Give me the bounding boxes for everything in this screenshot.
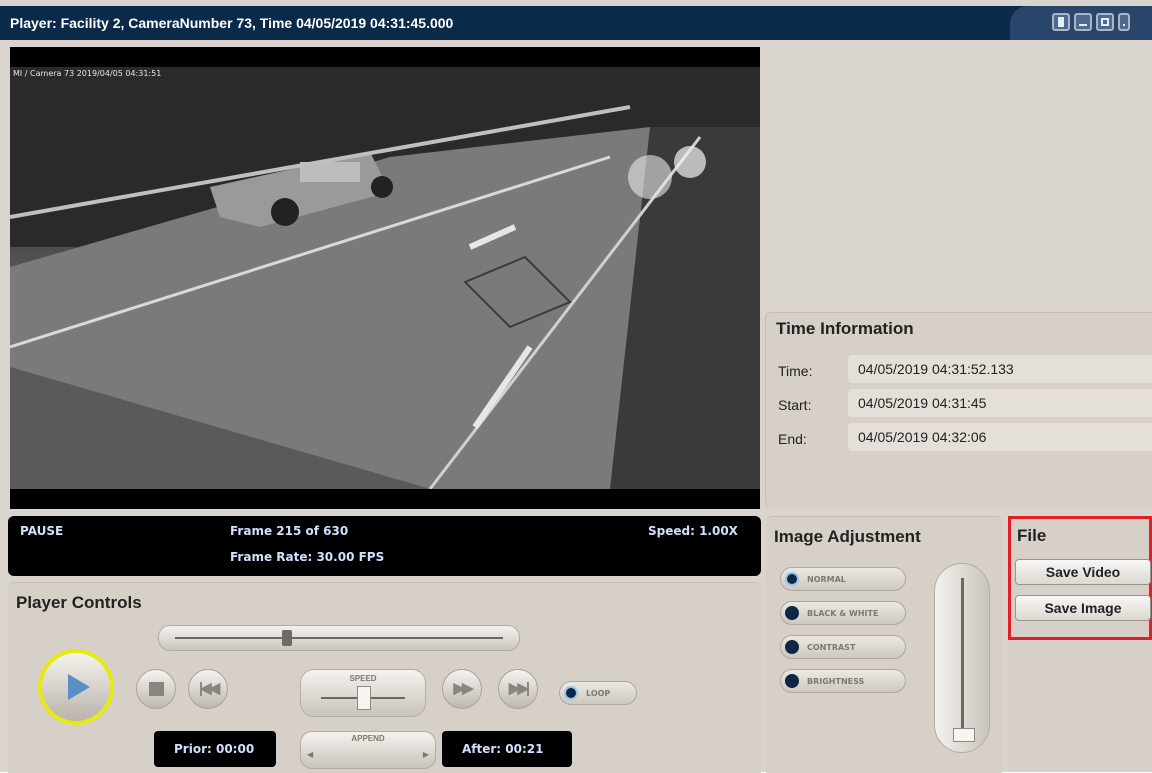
speed-label: SPEED (349, 674, 377, 683)
play-button[interactable] (38, 649, 114, 725)
timestamp-overlay: MI / Camera 73 2019/04/05 04:31:51 (13, 69, 162, 78)
maximize-icon[interactable] (1096, 13, 1114, 31)
append-left-arrow-icon[interactable]: ◀ (307, 750, 313, 759)
radio-icon (785, 606, 799, 620)
save-video-button[interactable]: Save Video (1015, 559, 1151, 585)
skip-back-icon: |◀◀ (198, 680, 220, 697)
start-value: 04/05/2019 04:31:45 (848, 389, 1152, 417)
time-value: 04/05/2019 04:31:52.133 (848, 355, 1152, 383)
fast-forward-icon: ▶▶ (453, 680, 473, 697)
file-heading: File (1017, 526, 1047, 545)
player-controls-heading: Player Controls (16, 593, 142, 612)
stop-button[interactable] (136, 669, 176, 709)
file-panel: File Save Video Save Image (1008, 516, 1152, 640)
image-adjustment-heading: Image Adjustment (774, 527, 921, 546)
stop-icon (149, 682, 164, 696)
play-button-face (42, 653, 110, 721)
skip-forward-icon: ▶▶| (508, 680, 530, 697)
time-information-heading: Time Information (776, 319, 914, 338)
radio-selected-icon (785, 572, 799, 586)
save-image-button[interactable]: Save Image (1015, 595, 1151, 621)
end-label: End: (778, 431, 807, 447)
document-icon[interactable] (1052, 13, 1070, 31)
option-contrast[interactable]: CONTRAST (780, 635, 906, 659)
seek-track (175, 637, 503, 639)
title-bar: Player: Facility 2, CameraNumber 73, Tim… (0, 6, 1152, 40)
option-label: CONTRAST (807, 643, 856, 652)
append-label: APPEND (351, 734, 385, 743)
loop-label: LOOP (586, 689, 611, 698)
image-adjustment-panel: Image Adjustment NORMAL BLACK & WHITE CO… (766, 516, 1002, 773)
fast-forward-button[interactable]: ▶▶ (442, 669, 482, 709)
seek-slider[interactable] (158, 625, 520, 651)
playback-state: PAUSE (20, 524, 64, 538)
time-information-panel: Time Information Time: 04/05/2019 04:31:… (765, 312, 1152, 509)
end-value: 04/05/2019 04:32:06 (848, 423, 1152, 451)
option-label: BLACK & WHITE (807, 609, 879, 618)
adjustment-slider[interactable] (934, 563, 990, 753)
radio-icon (785, 674, 799, 688)
start-label: Start: (778, 397, 812, 413)
status-bar: PAUSE Frame 215 of 630 Frame Rate: 30.00… (8, 516, 761, 576)
option-black-white[interactable]: BLACK & WHITE (780, 601, 906, 625)
append-control[interactable]: APPEND ◀ ▶ (300, 731, 436, 769)
option-label: BRIGHTNESS (807, 677, 865, 686)
title-bar-controls (1010, 6, 1152, 40)
append-right-arrow-icon[interactable]: ▶ (423, 750, 429, 759)
playback-speed: Speed: 1.00X (648, 524, 738, 538)
adjustment-track (961, 578, 964, 738)
play-icon (68, 674, 90, 700)
window-title: Player: Facility 2, CameraNumber 73, Tim… (10, 15, 454, 31)
player-controls-panel: Player Controls |◀◀ SPEED ▶▶ ▶▶| LOOP Pr… (8, 582, 761, 773)
video-frame[interactable]: MI / Camera 73 2019/04/05 04:31:51 (10, 47, 760, 509)
loop-toggle[interactable]: LOOP (559, 681, 637, 705)
option-label: NORMAL (807, 575, 846, 584)
loop-radio-icon (564, 686, 578, 700)
file-panel-lower (1008, 640, 1152, 772)
after-duration: After: 00:21 (442, 731, 572, 767)
speed-thumb[interactable] (357, 686, 371, 710)
option-normal[interactable]: NORMAL (780, 567, 906, 591)
minimize-icon[interactable] (1074, 13, 1092, 31)
frame-counter: Frame 215 of 630 (230, 524, 349, 538)
time-label: Time: (778, 363, 813, 379)
frame-rate: Frame Rate: 30.00 FPS (230, 550, 385, 564)
close-icon[interactable] (1118, 13, 1130, 31)
skip-to-end-button[interactable]: ▶▶| (498, 669, 538, 709)
option-brightness[interactable]: BRIGHTNESS (780, 669, 906, 693)
skip-to-start-button[interactable]: |◀◀ (188, 669, 228, 709)
speed-slider[interactable]: SPEED (300, 669, 426, 717)
seek-thumb[interactable] (281, 630, 292, 646)
camera-image (10, 67, 760, 490)
adjustment-thumb[interactable] (953, 728, 975, 742)
player-window: Player: Facility 2, CameraNumber 73, Tim… (0, 0, 1152, 773)
prior-duration: Prior: 00:00 (154, 731, 276, 767)
radio-icon (785, 640, 799, 654)
